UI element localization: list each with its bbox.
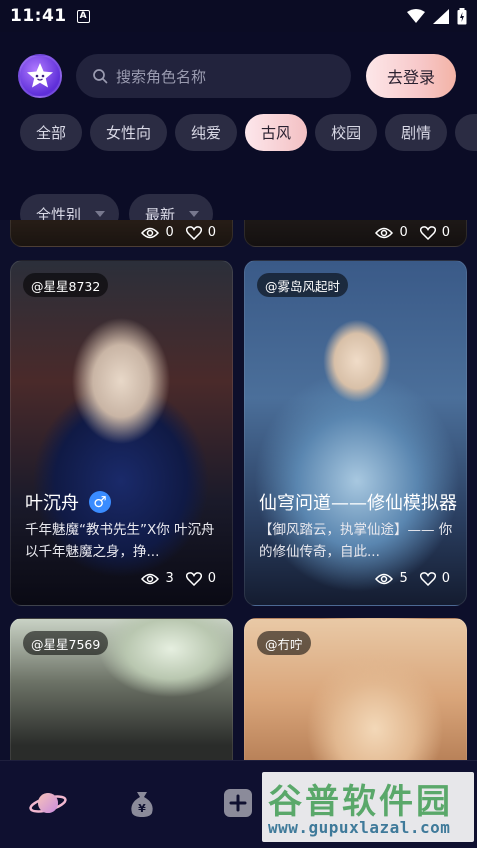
character-card[interactable]: @雾岛风起时 仙穹问道——修仙模拟器 【御风踏云，执掌仙途】—— 你的修仙传奇，…	[244, 260, 467, 606]
character-name: 仙穹问道——修仙模拟器	[259, 493, 457, 514]
eye-icon	[141, 227, 160, 238]
card-description: 千年魅魔“教书先生”X你 叶沉舟以千年魅魔之身，挣...	[25, 522, 215, 560]
tab-campus[interactable]: 校园	[315, 114, 378, 151]
card-title: 仙穹问道——修仙模拟器	[259, 489, 457, 515]
tab-all[interactable]: 全部	[20, 114, 83, 151]
nav-create[interactable]	[218, 783, 258, 823]
app-avatar[interactable]	[18, 54, 62, 98]
category-tabs: 全部 女性向 纯爱 古风 校园 剧情	[20, 114, 477, 152]
svg-text:¥: ¥	[138, 802, 146, 815]
status-icons	[407, 7, 467, 25]
character-card[interactable]: @星星7569	[10, 618, 233, 760]
view-count: 3	[165, 571, 174, 586]
card-author: @星星7569	[23, 631, 109, 655]
tab-female[interactable]: 女性向	[90, 114, 168, 151]
eye-icon	[375, 573, 394, 584]
planet-icon	[29, 793, 67, 813]
like-count: 0	[441, 571, 450, 586]
card-author: @星星8732	[23, 273, 109, 297]
login-button[interactable]: 去登录	[366, 54, 456, 98]
character-card[interactable]: 0 0	[244, 220, 467, 247]
like-count: 0	[207, 225, 216, 240]
like-count: 0	[207, 571, 216, 586]
male-gender-icon: ♂	[89, 491, 111, 513]
heart-icon	[185, 225, 202, 240]
watermark: 谷普软件园 www.gupuxlazal.com	[262, 772, 474, 842]
search-placeholder: 搜索角色名称	[116, 67, 207, 86]
watermark-url: www.gupuxlazal.com	[268, 818, 451, 837]
heart-icon	[185, 571, 202, 586]
like-count: 0	[441, 225, 450, 240]
card-stats: 3 0	[141, 571, 216, 586]
status-bar: 11:41 A	[0, 0, 477, 32]
card-author: @雾岛风起时	[257, 273, 349, 297]
character-grid: 0 0 0 0 @星星8732 叶沉舟 ♂ 千年魅魔“教书先生”X你 叶沉舟以千…	[0, 220, 477, 760]
heart-icon	[419, 571, 436, 586]
character-card[interactable]: 0 0	[10, 220, 233, 247]
chevron-down-icon	[95, 211, 106, 217]
card-stats: 0 0	[141, 225, 216, 240]
card-stats: 0 0	[375, 225, 450, 240]
character-card[interactable]: @星星8732 叶沉舟 ♂ 千年魅魔“教书先生”X你 叶沉舟以千年魅魔之身，挣.…	[10, 260, 233, 606]
eye-icon	[375, 227, 394, 238]
wifi-icon	[407, 9, 425, 23]
search-icon	[93, 69, 108, 84]
chevron-down-icon	[189, 211, 200, 217]
search-input[interactable]: 搜索角色名称	[76, 54, 351, 98]
watermark-brand: 谷普软件园	[268, 782, 453, 822]
eye-icon	[141, 573, 160, 584]
header: 搜索角色名称 去登录 全部 女性向 纯爱 古风 校园 剧情 全性别 最新	[0, 32, 477, 234]
card-title: 叶沉舟 ♂	[25, 489, 111, 515]
character-card[interactable]: @冇咛	[244, 618, 467, 760]
money-bag-icon: ¥	[131, 792, 153, 817]
card-author: @冇咛	[257, 631, 311, 655]
star-face-icon	[27, 63, 53, 88]
status-time: 11:41	[10, 6, 67, 26]
tab-ancient[interactable]: 古风	[245, 114, 308, 151]
view-count: 0	[165, 225, 174, 240]
heart-icon	[419, 225, 436, 240]
character-name: 叶沉舟	[25, 493, 79, 514]
plus-square-icon	[224, 789, 252, 817]
signal-icon	[433, 8, 449, 24]
view-count: 0	[399, 225, 408, 240]
card-stats: 5 0	[375, 571, 450, 586]
tab-pure-love[interactable]: 纯爱	[175, 114, 238, 151]
view-count: 5	[399, 571, 408, 586]
tab-more[interactable]	[455, 114, 477, 151]
tab-story[interactable]: 剧情	[385, 114, 448, 151]
nav-discover[interactable]	[28, 783, 68, 823]
battery-icon	[457, 7, 467, 24]
card-description: 【御风踏云，执掌仙途】—— 你的修仙传奇，自此...	[259, 522, 453, 560]
nav-wallet[interactable]: ¥	[122, 783, 162, 823]
notification-a-icon: A	[76, 9, 90, 23]
